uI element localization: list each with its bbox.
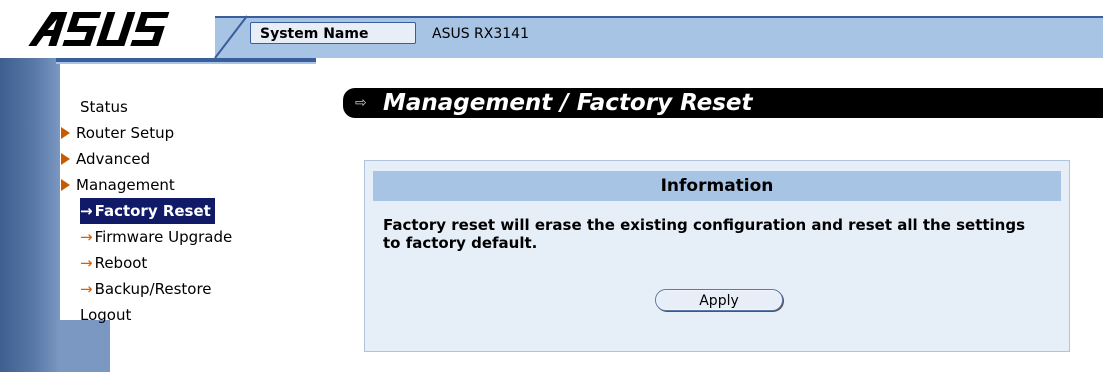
header: System Name ASUS RX3141 xyxy=(0,0,1103,58)
sidebar-item-router-setup[interactable]: Router Setup xyxy=(61,120,232,146)
asus-logo xyxy=(28,12,170,46)
submenu-item-label: Reboot xyxy=(94,254,148,272)
page-title-bar: ⇨ Management / Factory Reset xyxy=(343,88,1103,118)
triangle-right-icon xyxy=(61,153,70,165)
submenu-item-label: Backup/Restore xyxy=(94,280,212,298)
triangle-right-icon xyxy=(61,179,70,191)
sidebar-item-management[interactable]: Management xyxy=(61,172,232,198)
submenu-item-reboot[interactable]: → Reboot xyxy=(80,250,232,276)
system-name-label: System Name xyxy=(250,22,416,44)
nav-top-rule-light xyxy=(56,62,316,64)
page-title: Management / Factory Reset xyxy=(383,90,753,116)
information-panel: Information Factory reset will erase the… xyxy=(364,160,1070,352)
sidebar-item-advanced[interactable]: Advanced xyxy=(61,146,232,172)
arrow-right-icon: → xyxy=(80,280,93,298)
apply-button[interactable]: Apply xyxy=(655,289,783,311)
sidebar: Status Router Setup Advanced Management … xyxy=(60,68,310,324)
sidebar-item-logout[interactable]: Logout xyxy=(80,302,232,328)
sidebar-item-label: Status xyxy=(80,98,128,116)
system-name-value: ASUS RX3141 xyxy=(432,26,529,42)
submenu-item-firmware-upgrade[interactable]: → Firmware Upgrade xyxy=(80,224,232,250)
arrow-right-icon: → xyxy=(80,228,93,246)
submenu-item-label: Firmware Upgrade xyxy=(94,228,233,246)
arrow-right-icon: → xyxy=(80,254,93,272)
triangle-right-icon xyxy=(61,127,70,139)
sidebar-item-status[interactable]: Status xyxy=(80,94,232,120)
left-decor-band xyxy=(0,58,60,372)
submenu-item-factory-reset[interactable]: → Factory Reset xyxy=(80,198,215,224)
submenu-item-backup-restore[interactable]: → Backup/Restore xyxy=(80,276,232,302)
submenu-item-label: Factory Reset xyxy=(94,202,211,220)
sidebar-item-label: Logout xyxy=(80,306,132,324)
panel-description: Factory reset will erase the existing co… xyxy=(383,216,1026,252)
arrow-circle-icon: ⇨ xyxy=(355,95,367,111)
submenu-management: → Factory Reset → Firmware Upgrade → Reboot… xyxy=(80,198,232,302)
panel-heading: Information xyxy=(373,171,1061,201)
sidebar-item-label: Management xyxy=(76,176,175,194)
sidebar-nav: Status Router Setup Advanced Management … xyxy=(61,94,232,328)
sidebar-item-label: Router Setup xyxy=(76,124,175,142)
arrow-right-icon: → xyxy=(80,202,93,220)
sidebar-item-label: Advanced xyxy=(76,150,151,168)
